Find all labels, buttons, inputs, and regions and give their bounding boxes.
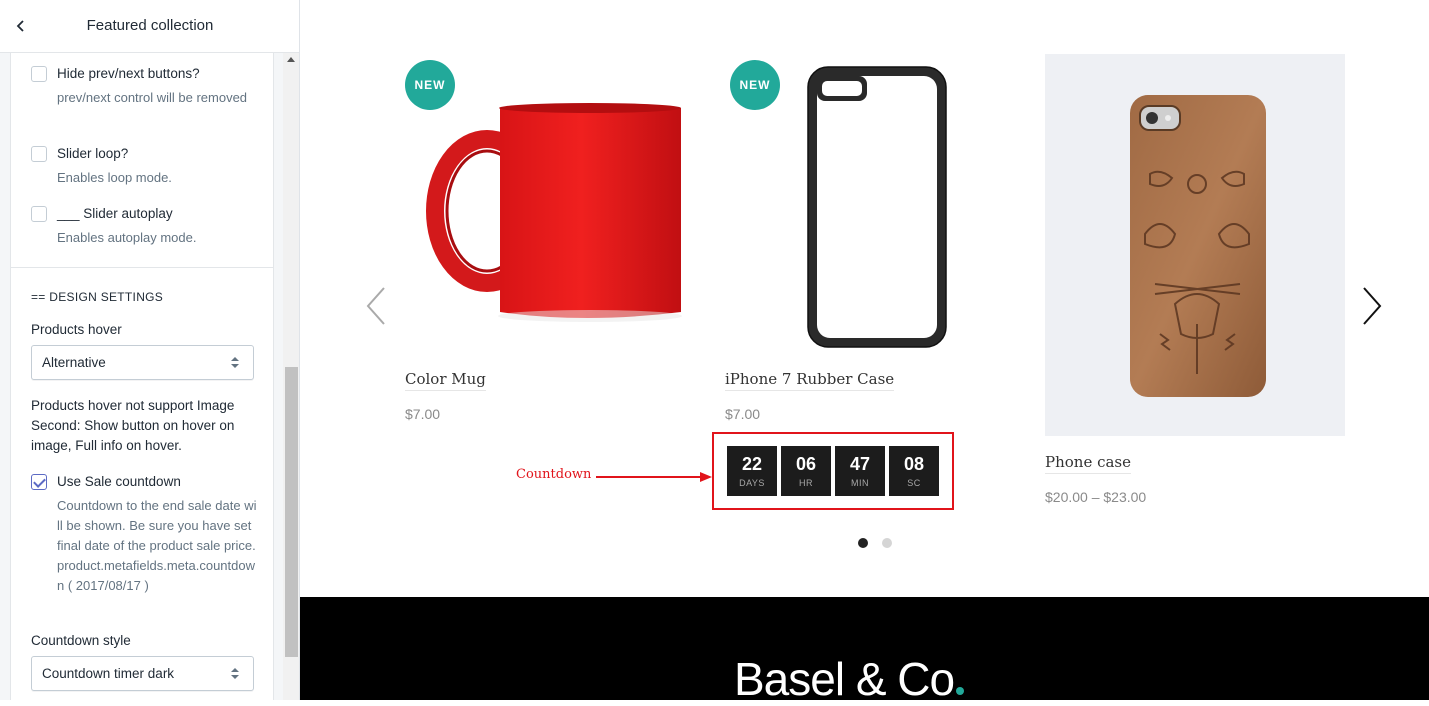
countdown-annotation-label: Countdown	[516, 467, 592, 482]
panel-title: Featured collection	[86, 17, 214, 34]
product-title[interactable]: Color Mug	[405, 370, 486, 391]
slider-loop-help: Enables loop mode.	[57, 170, 172, 185]
carousel-dot-1[interactable]	[858, 538, 868, 548]
hide-prev-next-label: Hide prev/next buttons?	[57, 66, 200, 81]
product-price: $20.00 – $23.00	[1045, 489, 1147, 505]
section-divider	[11, 267, 273, 268]
design-settings-heading: == DESIGN SETTINGS	[31, 290, 164, 304]
countdown-hours-value: 06	[795, 454, 817, 474]
product-image-wood-case[interactable]	[1045, 54, 1345, 436]
next-arrow-icon	[1363, 287, 1382, 325]
countdown-days-unit: DAYS	[739, 478, 765, 488]
new-badge: NEW	[405, 60, 455, 110]
panel-scrollbar[interactable]	[283, 53, 299, 700]
countdown-style-value: Countdown timer dark	[42, 666, 175, 681]
countdown-style-label: Countdown style	[31, 633, 131, 648]
sale-countdown-label: Use Sale countdown	[57, 474, 181, 489]
countdown-minutes-unit: MIN	[851, 478, 869, 488]
countdown-minutes: 47 MIN	[835, 446, 885, 496]
product-price: $7.00	[405, 406, 441, 422]
product-card[interactable]: NEW iPhone 7 Rubber Case $7.00	[725, 54, 1010, 434]
product-card[interactable]: NEW Color Mug $7.00	[405, 54, 690, 434]
select-caret-icon	[231, 668, 239, 680]
scrollbar-thumb[interactable]	[285, 367, 298, 657]
products-hover-select[interactable]: Alternative	[31, 345, 254, 380]
slider-loop-label: Slider loop?	[57, 146, 129, 161]
countdown-hours-unit: HR	[799, 478, 813, 488]
sale-countdown-checkbox[interactable]	[31, 474, 47, 490]
settings-list: Hide prev/next buttons? prev/next contro…	[10, 53, 274, 700]
carousel-prev-button[interactable]	[360, 284, 390, 333]
panel-header: Featured collection	[0, 0, 299, 53]
product-card[interactable]: Phone case $20.00 – $23.00	[1045, 54, 1345, 514]
hide-prev-next-setting: Hide prev/next buttons?	[31, 65, 200, 83]
products-hover-note: Products hover not support Image Second:…	[31, 398, 235, 453]
countdown-highlight-box: 22 DAYS 06 HR 47 MIN 08 SC	[712, 432, 954, 510]
countdown-hours: 06 HR	[781, 446, 831, 496]
product-price: $7.00	[725, 406, 761, 422]
products-hover-label: Products hover	[31, 322, 122, 337]
site-footer: Basel & Co	[300, 597, 1429, 705]
slider-autoplay-checkbox[interactable]	[31, 206, 47, 222]
slider-autoplay-setting: ___ Slider autoplay	[31, 205, 173, 223]
slider-loop-checkbox[interactable]	[31, 146, 47, 162]
hide-prev-next-checkbox[interactable]	[31, 66, 47, 82]
store-preview: NEW Color Mug $7.00 NEW iPhone 7 Rubber …	[300, 0, 1429, 705]
countdown-days: 22 DAYS	[727, 446, 777, 496]
countdown-days-value: 22	[741, 454, 763, 474]
select-caret-icon	[231, 357, 239, 369]
prev-arrow-icon	[366, 287, 385, 325]
brand-logo[interactable]: Basel & Co	[734, 652, 965, 706]
scroll-up-icon[interactable]	[287, 57, 295, 62]
countdown-seconds: 08 SC	[889, 446, 939, 496]
carousel-next-button[interactable]	[1358, 284, 1388, 333]
sale-countdown-setting: Use Sale countdown	[31, 473, 181, 491]
product-title[interactable]: iPhone 7 Rubber Case	[725, 370, 895, 391]
sale-countdown-help: Countdown to the end sale date will be s…	[57, 498, 257, 593]
countdown-seconds-value: 08	[903, 454, 925, 474]
countdown-style-select[interactable]: Countdown timer dark	[31, 656, 254, 691]
countdown-minutes-value: 47	[849, 454, 871, 474]
settings-panel: Featured collection Hide prev/next butto…	[0, 0, 300, 700]
new-badge: NEW	[730, 60, 780, 110]
brand-dot	[956, 687, 965, 695]
products-hover-value: Alternative	[42, 355, 106, 370]
hide-prev-next-help: prev/next control will be removed	[57, 90, 248, 105]
slider-loop-setting: Slider loop?	[31, 145, 128, 163]
slider-autoplay-label: ___ Slider autoplay	[57, 206, 173, 221]
carousel-dot-2[interactable]	[882, 538, 892, 548]
annotation-arrow-icon	[596, 472, 712, 482]
countdown-seconds-unit: SC	[907, 478, 921, 488]
slider-autoplay-help: Enables autoplay mode.	[57, 230, 197, 245]
product-title[interactable]: Phone case	[1045, 453, 1132, 474]
brand-name: Basel & Co	[734, 653, 955, 705]
